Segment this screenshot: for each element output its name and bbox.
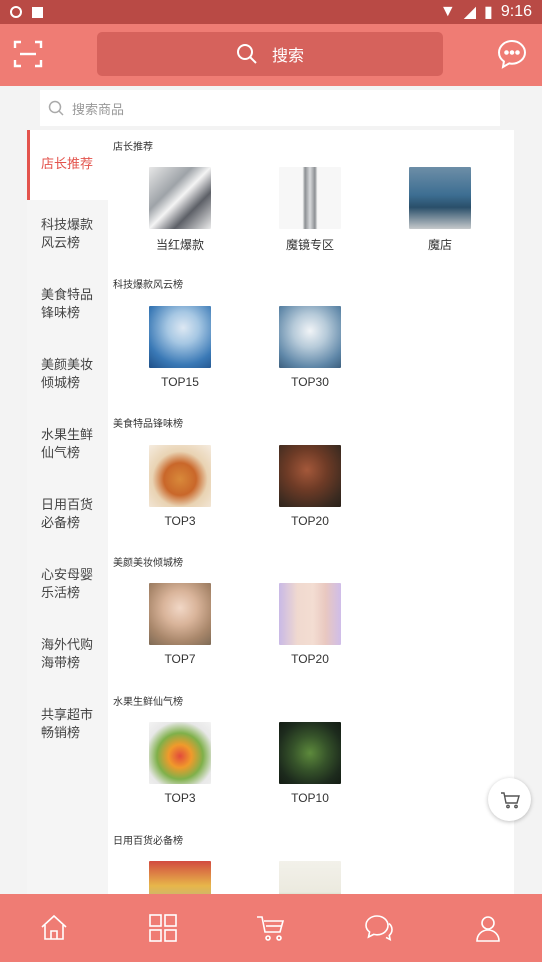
tile-caption: 当红爆款: [155, 238, 204, 252]
sidebar-item-label: 心安母婴乐活榜: [41, 568, 94, 601]
message-icon[interactable]: [496, 38, 528, 70]
section-title: 日用百货必备榜: [113, 836, 183, 847]
store-image: [409, 167, 471, 229]
tile-caption: TOP20: [291, 514, 329, 528]
sidebar-item-label: 店长推荐: [41, 157, 94, 172]
fruit-display-image: [149, 722, 211, 784]
scan-icon[interactable]: [12, 38, 44, 70]
user-icon[interactable]: [434, 894, 542, 962]
tile-item[interactable]: [260, 861, 360, 894]
floating-cart-button[interactable]: [488, 778, 531, 821]
tile-caption: 魔店: [427, 238, 452, 252]
category-grid-icon[interactable]: [108, 894, 216, 962]
sidebar-item-label: 海外代购海带榜: [41, 638, 94, 671]
section-title: 美食特品锋味榜: [113, 419, 183, 430]
section-title: 美颜美妆倾城榜: [113, 558, 183, 569]
collage-image: [149, 167, 211, 229]
model-portrait-image: [149, 583, 211, 645]
vegetables-image: [279, 722, 341, 784]
home-icon[interactable]: [0, 894, 108, 962]
sidebar-item-label: 科技爆款风云榜: [41, 218, 94, 251]
status-notification-icon: [32, 6, 43, 18]
sidebar-item-label: 水果生鲜仙气榜: [41, 428, 94, 461]
battery-icon: ▮: [484, 4, 493, 21]
sidebar-item-label: 日用百货必备榜: [41, 498, 94, 531]
tile-item[interactable]: [130, 861, 230, 894]
tile-item[interactable]: TOP30: [260, 306, 360, 389]
tile-caption: 魔镜专区: [285, 238, 334, 252]
tech-person-image: [149, 306, 211, 368]
section-title: 水果生鲜仙气榜: [113, 697, 183, 708]
status-bar: ▼ ◢ ▮ 9:16: [0, 0, 542, 24]
tile-item[interactable]: 当红爆款: [130, 167, 230, 253]
tile-item[interactable]: TOP3: [130, 722, 230, 805]
sidebar-item-food[interactable]: 美食特品锋味榜: [27, 270, 108, 340]
top-header: 搜索: [0, 24, 542, 86]
signal-icon: ◢: [463, 4, 477, 21]
tile-item[interactable]: TOP15: [130, 306, 230, 389]
mirror-kiosk-image: [279, 167, 341, 229]
tile-item[interactable]: TOP10: [260, 722, 360, 805]
search-placeholder: 搜索商品: [72, 102, 125, 118]
sidebar-item-tech[interactable]: 科技爆款风云榜: [27, 200, 108, 270]
food-plate-image: [149, 445, 211, 507]
product-search-input[interactable]: 搜索商品: [40, 90, 500, 126]
tile-caption: TOP20: [291, 652, 329, 666]
plant-image: [279, 861, 341, 894]
sidebar-item-store-recommend[interactable]: 店长推荐: [27, 130, 108, 200]
search-label: 搜索: [271, 46, 304, 65]
cart-icon[interactable]: [217, 894, 325, 962]
search-icon: [48, 100, 64, 116]
tile-item[interactable]: TOP20: [260, 583, 360, 666]
sidebar-item-beauty[interactable]: 美颜美妆倾城榜: [27, 340, 108, 410]
tile-item[interactable]: TOP7: [130, 583, 230, 666]
sidebar-item-daily[interactable]: 日用百货必备榜: [27, 480, 108, 550]
cart-icon: [500, 791, 520, 808]
search-button[interactable]: 搜索: [97, 32, 443, 76]
section-title: 店长推荐: [113, 142, 153, 153]
sidebar-item-fruit[interactable]: 水果生鲜仙气榜: [27, 410, 108, 480]
tile-caption: TOP3: [164, 514, 196, 528]
section-title: 科技爆款风云榜: [113, 280, 183, 291]
alarm-clock-image: [149, 861, 211, 894]
tile-caption: TOP15: [161, 375, 199, 389]
sidebar-item-label: 美食特品锋味榜: [41, 288, 94, 321]
sidebar-item-supermarket[interactable]: 共享超市畅销榜: [27, 690, 108, 760]
category-sidebar: 店长推荐 科技爆款风云榜 美食特品锋味榜 美颜美妆倾城榜 水果生鲜仙气榜 日用百…: [27, 130, 108, 894]
search-icon: [236, 43, 258, 65]
sidebar-item-label: 共享超市畅销榜: [41, 708, 94, 741]
tile-item[interactable]: TOP20: [260, 445, 360, 528]
tile-caption: TOP10: [291, 791, 329, 805]
tile-caption: TOP30: [291, 375, 329, 389]
tile-caption: TOP3: [164, 791, 196, 805]
bottom-navigation: [0, 894, 542, 962]
skincare-faces-image: [279, 583, 341, 645]
product-panel: 店长推荐 当红爆款 魔镜专区 魔店 科技爆款风云榜 TOP15 TOP30 美食…: [108, 130, 514, 894]
sidebar-item-overseas[interactable]: 海外代购海带榜: [27, 620, 108, 690]
chat-icon[interactable]: [325, 894, 433, 962]
tile-caption: TOP7: [164, 652, 196, 666]
status-app-icon: [10, 6, 22, 18]
wifi-icon: ▼: [439, 3, 456, 20]
steak-image: [279, 445, 341, 507]
tile-item[interactable]: 魔店: [390, 167, 490, 253]
robot-image: [279, 306, 341, 368]
tile-item[interactable]: TOP3: [130, 445, 230, 528]
tile-item[interactable]: 魔镜专区: [260, 167, 360, 253]
sidebar-item-label: 美颜美妆倾城榜: [41, 358, 94, 391]
status-time: 9:16: [500, 3, 532, 20]
sidebar-item-baby[interactable]: 心安母婴乐活榜: [27, 550, 108, 620]
